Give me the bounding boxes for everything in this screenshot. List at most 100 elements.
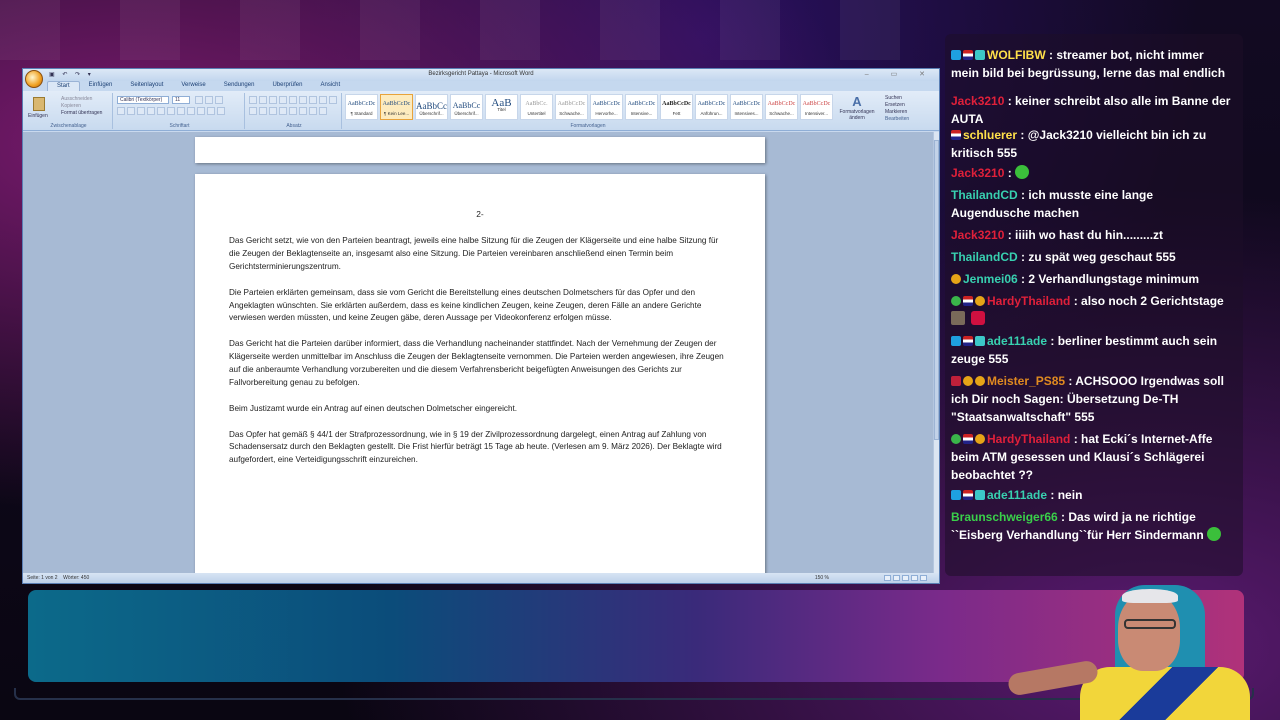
style-tile[interactable]: AaBbCcDc Schwache... [555, 94, 588, 120]
decorative-stripes [0, 0, 940, 60]
list-buttons[interactable] [249, 96, 337, 104]
chat-username[interactable]: HardyThailand [987, 294, 1070, 308]
tab-sendungen[interactable]: Sendungen [215, 81, 264, 91]
style-sample: AaBbCcDc [767, 101, 796, 107]
page-count[interactable]: Seite: 1 von 2 [27, 575, 58, 581]
style-tile[interactable]: AaBbCcDc ¶ Standard [345, 94, 378, 120]
ribbon-tabs: Start Einfügen Seitenlayout Verweise Sen… [23, 81, 939, 91]
style-tile[interactable]: AaBbCc Überschrif... [450, 94, 483, 120]
view-buttons[interactable] [884, 575, 927, 581]
emote-icon [971, 311, 985, 325]
style-tile[interactable]: AaBbCcDc Anführun... [695, 94, 728, 120]
chat-message: Jack3210 : keiner schreibt also alle im … [951, 92, 1231, 128]
paste-button[interactable]: Einfügen [28, 113, 48, 119]
user-badge-icon [975, 296, 985, 306]
chat-username[interactable]: ade111ade [987, 488, 1047, 502]
streamer-shirt [1080, 667, 1250, 720]
select-button[interactable]: Markieren [885, 109, 909, 116]
window-controls[interactable]: ‒ ▭ ✕ [865, 70, 935, 78]
chat-username[interactable]: schluerer [963, 128, 1017, 142]
format-painter-button[interactable]: Format übertragen [61, 110, 102, 116]
style-tile[interactable]: AaB Titel [485, 94, 518, 120]
clipboard-group-label: Zwischenablage [50, 123, 87, 129]
title-bar: ▣ ↶ ↷ ▾ Bezirksgericht Pattaya - Microso… [23, 69, 939, 88]
chat-username[interactable]: HardyThailand [987, 432, 1070, 446]
font-size-buttons[interactable] [195, 96, 223, 104]
tab-ueberpruefen[interactable]: Überprüfen [263, 81, 311, 91]
chat-message: HardyThailand : also noch 2 Gerichtstage [951, 292, 1231, 328]
style-tile[interactable]: AaBbCcDc Hervorhe... [590, 94, 623, 120]
user-badge-icon [963, 434, 973, 444]
document-area[interactable]: 2- Das Gericht setzt, wie von den Partei… [23, 132, 935, 575]
chat-username[interactable]: ThailandCD [951, 250, 1018, 264]
style-name: ¶ Kein Lee... [383, 111, 410, 116]
document-body[interactable]: Das Gericht setzt, wie von den Parteien … [229, 235, 731, 480]
style-tile[interactable]: AaBbCcDc ¶ Kein Lee... [380, 94, 413, 120]
paragraph: Das Gericht hat die Parteien darüber inf… [229, 339, 724, 387]
zoom-level[interactable]: 150 % [815, 573, 829, 583]
find-button[interactable]: Suchen [885, 95, 909, 102]
chat-username[interactable]: Jenmei06 [963, 272, 1018, 286]
clipboard-group: Einfügen Ausschneiden Kopieren Format üb… [25, 93, 113, 129]
style-tile[interactable]: AaBbCcDc Schwache... [765, 94, 798, 120]
paragraph-group: Absatz [247, 93, 342, 129]
user-badge-icon [963, 376, 973, 386]
style-name: Untertitel [527, 111, 546, 116]
chat-username[interactable]: Jack3210 [951, 94, 1004, 108]
paragraph: Das Opfer hat gemäß § 44/1 der Strafproz… [229, 429, 722, 465]
alignment-buttons[interactable] [249, 107, 327, 115]
document-page[interactable]: 2- Das Gericht setzt, wie von den Partei… [195, 174, 765, 575]
change-styles-label: Formatvorlagen ändern [839, 109, 875, 121]
style-tile[interactable]: AaBbCcDc Intensive... [625, 94, 658, 120]
style-sample: AaBbCc [416, 101, 447, 111]
style-name: Hervorhe... [595, 111, 618, 116]
font-name-box[interactable]: Calibri (Textkörper) [117, 96, 169, 104]
tab-einfuegen[interactable]: Einfügen [80, 81, 122, 91]
chat-message: WOLFIBW : streamer bot, nicht immer mein… [951, 46, 1231, 82]
user-badge-icon [951, 50, 961, 60]
tab-seitenlayout[interactable]: Seitenlayout [121, 81, 172, 91]
office-button[interactable] [25, 70, 43, 88]
style-tile[interactable]: AaBbCcDc Fett [660, 94, 693, 120]
chat-message: ade111ade : nein [951, 486, 1231, 504]
tab-start[interactable]: Start [47, 81, 80, 91]
chat-username[interactable]: WOLFIBW [987, 48, 1046, 62]
style-tile[interactable]: AaBbCcDc Intensives... [730, 94, 763, 120]
user-badge-icon [975, 490, 985, 500]
user-badge-icon [975, 376, 985, 386]
chat-username[interactable]: Meister_PS85 [987, 374, 1065, 388]
style-tile[interactable]: AaBbCc. Untertitel [520, 94, 553, 120]
chat-username[interactable]: ade111ade [987, 334, 1047, 348]
cut-button[interactable]: Ausschneiden [61, 96, 92, 102]
styles-group-label: Formatvorlagen [570, 123, 606, 129]
chat-message: HardyThailand : hat Ecki´s Internet-Affe… [951, 430, 1231, 484]
chat-username[interactable]: Jack3210 [951, 166, 1004, 180]
chat-text: : nein [1047, 488, 1083, 502]
word-count[interactable]: Wörter: 450 [63, 575, 89, 581]
editing-group-label: Bearbeiten [885, 116, 910, 122]
style-sample: AaBbCcDc [557, 101, 586, 107]
replace-button[interactable]: Ersetzen [885, 102, 909, 109]
font-format-buttons[interactable] [117, 107, 225, 115]
chat-message: ade111ade : berliner bestimmt auch sein … [951, 332, 1231, 368]
user-badge-icon [951, 490, 961, 500]
copy-button[interactable]: Kopieren [61, 103, 81, 109]
stream-chat: WOLFIBW : streamer bot, nicht immer mein… [945, 34, 1243, 576]
chat-username[interactable]: Braunschweiger66 [951, 510, 1058, 524]
tab-ansicht[interactable]: Ansicht [311, 81, 349, 91]
vertical-scrollbar[interactable] [933, 132, 939, 575]
style-tile[interactable]: AaBbCcDc Intensiver... [800, 94, 833, 120]
scroll-thumb[interactable] [934, 140, 939, 440]
paste-icon[interactable] [33, 97, 45, 111]
chat-message: Jack3210 : iiiih wo hast du hin.........… [951, 226, 1231, 244]
chat-username[interactable]: Jack3210 [951, 228, 1004, 242]
tab-verweise[interactable]: Verweise [172, 81, 214, 91]
style-sample: AaBbCcDc [347, 101, 376, 107]
style-name: Fett [672, 111, 681, 116]
chat-username[interactable]: ThailandCD [951, 188, 1018, 202]
style-tile[interactable]: AaBbCc Überschrif... [415, 94, 448, 120]
change-styles-button[interactable]: A Formatvorlagen ändern [835, 94, 879, 121]
user-badge-icon [951, 274, 961, 284]
user-badge-icon [963, 490, 973, 500]
font-size-box[interactable]: 11 [172, 96, 190, 104]
